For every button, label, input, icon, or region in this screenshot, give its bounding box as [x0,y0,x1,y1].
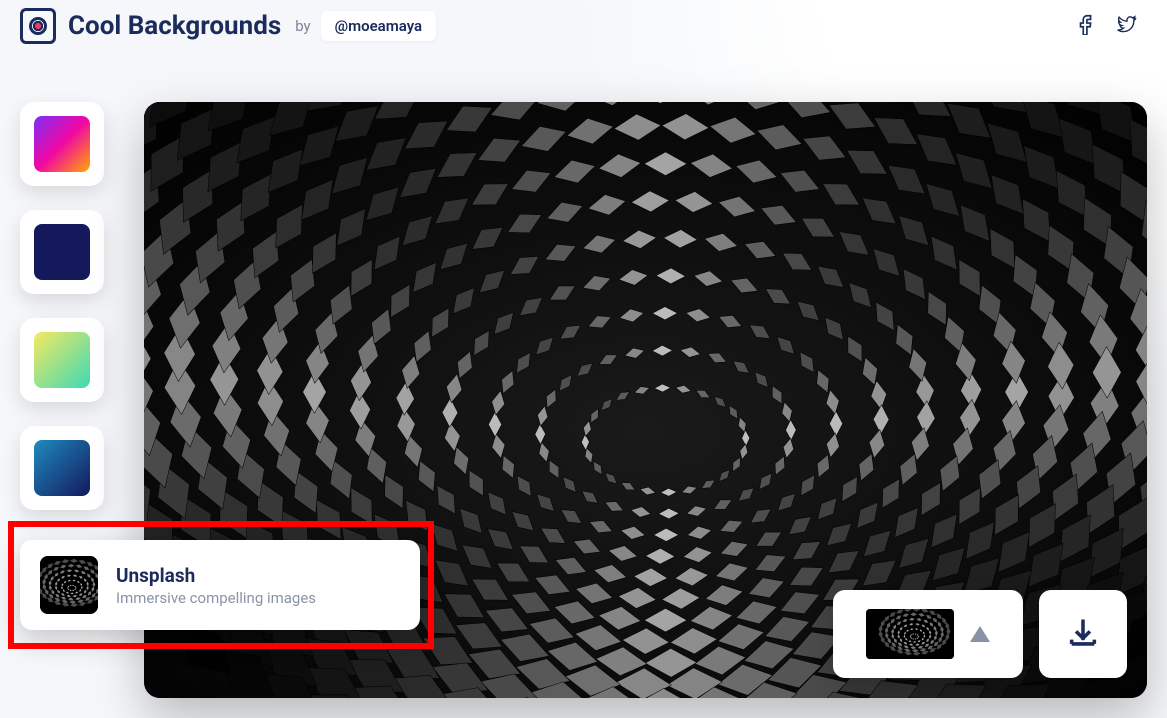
logo-icon[interactable] [20,8,56,44]
download-button[interactable] [1039,590,1127,678]
palette-swatch-blue-navy[interactable] [20,426,104,510]
chevron-up-icon [970,626,990,642]
author-chip[interactable]: @moeamaya [321,11,436,41]
facebook-icon[interactable] [1075,13,1097,39]
social-links [1075,13,1147,39]
site-title: Cool Backgrounds [68,11,281,41]
palette-swatch-navy[interactable] [20,210,104,294]
source-title: Unsplash [116,564,316,587]
current-image-thumb [866,609,954,659]
header: Cool Backgrounds by @moeamaya [0,0,1167,52]
source-thumb [40,556,98,614]
by-label: by [295,17,310,35]
image-picker-button[interactable] [833,590,1023,678]
palette-swatch-sunset[interactable] [20,102,104,186]
source-card-unsplash[interactable]: Unsplash Immersive compelling images [20,540,420,630]
palette-swatch-lime-teal[interactable] [20,318,104,402]
download-icon [1066,617,1100,651]
twitter-icon[interactable] [1115,13,1137,39]
source-subtitle: Immersive compelling images [116,589,316,607]
